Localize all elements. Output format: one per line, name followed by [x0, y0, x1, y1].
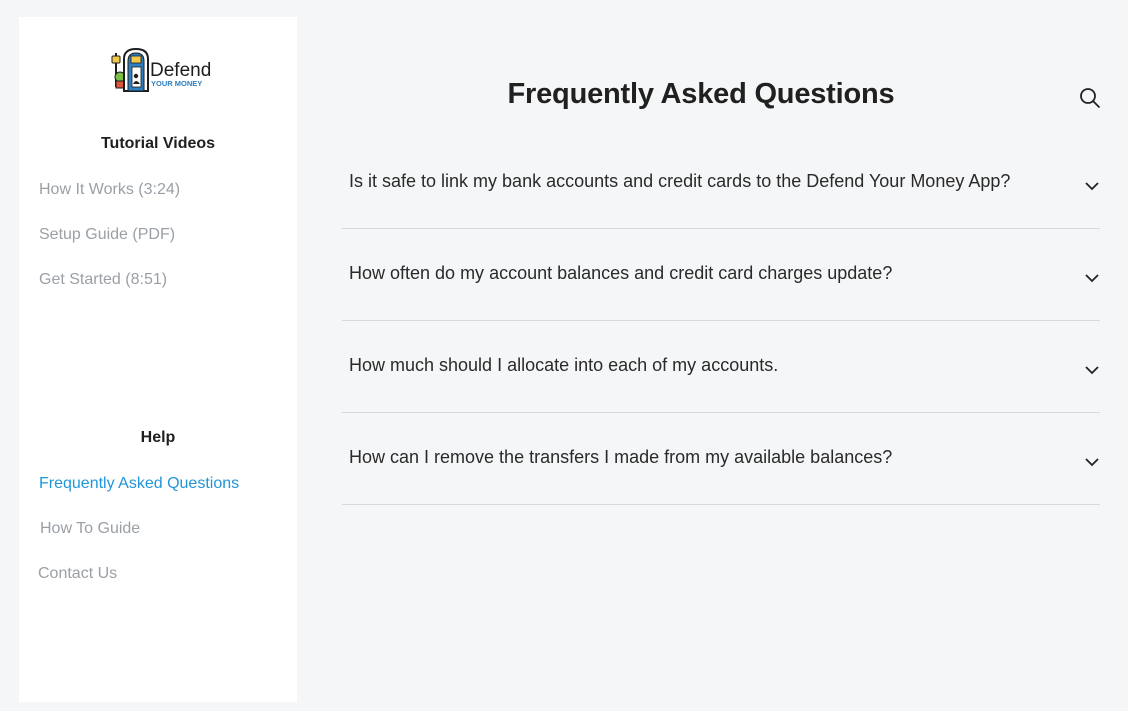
chevron-down-icon[interactable] — [1084, 456, 1100, 468]
faq-item[interactable]: How much should I allocate into each of … — [342, 321, 1100, 413]
tutorial-videos-heading: Tutorial Videos — [100, 135, 216, 152]
help-heading: Help — [140, 429, 176, 446]
svg-text:YOUR MONEY: YOUR MONEY — [151, 79, 202, 88]
sidebar-item-how-to-guide[interactable]: How To Guide — [40, 520, 140, 538]
defend-your-money-logo[interactable]: Defend YOUR MONEY — [110, 47, 215, 93]
sidebar-item-setup-guide[interactable]: Setup Guide (PDF) — [39, 226, 175, 244]
svg-text:Defend: Defend — [150, 60, 211, 81]
search-button[interactable] — [1078, 86, 1102, 110]
chevron-down-icon[interactable] — [1084, 180, 1100, 192]
chevron-down-icon[interactable] — [1084, 272, 1100, 284]
faq-question[interactable]: How much should I allocate into each of … — [349, 355, 778, 376]
faq-list: Is it safe to link my bank accounts and … — [342, 137, 1100, 505]
chevron-down-icon[interactable] — [1084, 364, 1100, 376]
door-logo-icon: Defend YOUR MONEY — [111, 47, 211, 92]
sidebar-item-contact-us[interactable]: Contact Us — [38, 565, 117, 583]
sidebar-item-faq[interactable]: Frequently Asked Questions — [39, 475, 239, 493]
faq-item[interactable]: Is it safe to link my bank accounts and … — [342, 137, 1100, 229]
search-icon — [1080, 88, 1100, 108]
faq-question[interactable]: Is it safe to link my bank accounts and … — [349, 171, 1010, 192]
faq-item[interactable]: How can I remove the transfers I made fr… — [342, 413, 1100, 505]
faq-question[interactable]: How often do my account balances and cre… — [349, 263, 892, 284]
sidebar-item-get-started[interactable]: Get Started (8:51) — [39, 271, 167, 289]
page-title: Frequently Asked Questions — [507, 78, 895, 110]
faq-item[interactable]: How often do my account balances and cre… — [342, 229, 1100, 321]
faq-question[interactable]: How can I remove the transfers I made fr… — [349, 447, 892, 468]
sidebar: Defend YOUR MONEY Tutorial Videos How It… — [19, 17, 297, 702]
sidebar-item-how-it-works[interactable]: How It Works (3:24) — [39, 181, 180, 199]
